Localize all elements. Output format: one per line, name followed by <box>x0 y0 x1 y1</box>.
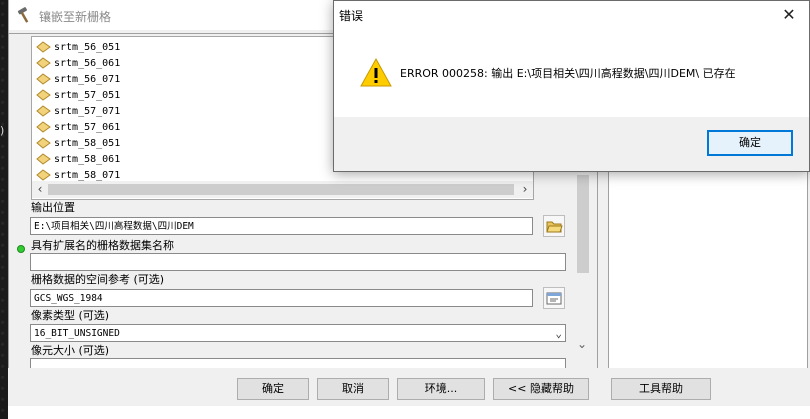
pixel-type-label: 像素类型 (可选) <box>31 309 110 322</box>
list-item[interactable]: srtm_57_071 <box>36 103 120 119</box>
screen: ) 镶嵌至新栅格 srtm_56_051 srtm_56_061 srtm_56… <box>0 0 810 419</box>
chevron-down-icon: ⌄ <box>555 327 562 340</box>
error-dialog-title: 错误 <box>339 9 364 23</box>
list-horizontal-scrollbar[interactable]: ‹ › <box>32 181 533 198</box>
raster-dataset-icon <box>36 57 51 69</box>
error-dialog-footer: 确定 <box>334 117 809 171</box>
scrollbar-thumb[interactable] <box>48 184 514 195</box>
raster-dataset-icon <box>36 153 51 165</box>
browse-output-button[interactable] <box>543 215 565 237</box>
output-location-field[interactable]: E:\项目相关\四川高程数据\四川DEM <box>30 217 533 235</box>
folder-open-icon <box>546 221 563 233</box>
list-item[interactable]: srtm_56_061 <box>36 55 120 71</box>
raster-dataset-icon <box>36 137 51 149</box>
warning-icon <box>360 57 392 87</box>
tool-help-button[interactable]: 工具帮助 <box>611 378 711 400</box>
output-location-label: 输出位置 <box>31 201 75 214</box>
list-item-label: srtm_56_061 <box>54 57 121 69</box>
list-item[interactable]: srtm_56_071 <box>36 71 120 87</box>
list-item[interactable]: srtm_56_051 <box>36 39 120 55</box>
raster-dataset-icon <box>36 89 51 101</box>
list-item-label: srtm_57_071 <box>54 105 121 117</box>
hide-help-button[interactable]: << 隐藏帮助 <box>493 378 589 400</box>
raster-dataset-icon <box>36 73 51 85</box>
list-item[interactable]: srtm_58_051 <box>36 135 120 151</box>
scroll-left-icon[interactable]: ‹ <box>33 181 47 198</box>
tool-title: 镶嵌至新栅格 <box>39 10 112 24</box>
environments-button[interactable]: 环境... <box>397 378 485 400</box>
cell-size-label: 像元大小 (可选) <box>31 344 110 357</box>
list-item-label: srtm_57_051 <box>54 89 121 101</box>
list-item-label: srtm_56_051 <box>54 41 121 53</box>
properties-icon <box>546 292 562 305</box>
cancel-button[interactable]: 取消 <box>317 378 389 400</box>
background-window-edge: ) <box>0 124 5 137</box>
spatial-ref-properties-button[interactable] <box>543 287 565 309</box>
list-item[interactable]: srtm_57_061 <box>36 119 120 135</box>
scroll-down-icon[interactable]: ⌄ <box>574 336 590 352</box>
scroll-right-icon[interactable]: › <box>518 181 532 198</box>
list-item[interactable]: srtm_58_061 <box>36 151 120 167</box>
list-item[interactable]: srtm_57_051 <box>36 87 120 103</box>
cell-size-field[interactable] <box>30 358 566 368</box>
pixel-type-dropdown[interactable]: 16_BIT_UNSIGNED ⌄ <box>30 324 566 342</box>
list-item-label: srtm_58_071 <box>54 169 121 181</box>
required-indicator <box>17 245 25 253</box>
list-item-label: srtm_58_051 <box>54 137 121 149</box>
hammer-icon <box>17 7 29 23</box>
close-icon[interactable]: ✕ <box>774 3 804 27</box>
spatial-ref-label: 栅格数据的空间参考 (可选) <box>31 273 165 286</box>
error-message: ERROR 000258: 输出 E:\项目相关\四川高程数据\四川DEM\ 已… <box>400 67 736 80</box>
dataset-name-label: 具有扩展名的栅格数据集名称 <box>31 239 174 252</box>
dataset-name-field[interactable] <box>30 253 566 271</box>
list-item-label: srtm_58_061 <box>54 153 121 165</box>
ok-button[interactable]: 确定 <box>237 378 309 400</box>
raster-dataset-icon <box>36 41 51 53</box>
raster-dataset-icon <box>36 105 51 117</box>
status-strip <box>8 406 810 419</box>
raster-dataset-icon <box>36 121 51 133</box>
list-item-label: srtm_57_061 <box>54 121 121 133</box>
pixel-type-value: 16_BIT_UNSIGNED <box>34 328 120 339</box>
scrollbar-thumb[interactable] <box>577 175 589 273</box>
error-ok-button[interactable]: 确定 <box>707 130 793 156</box>
raster-dataset-icon <box>36 169 51 181</box>
error-dialog: 错误 ✕ ERROR 000258: 输出 E:\项目相关\四川高程数据\四川D… <box>333 0 810 172</box>
spatial-ref-field[interactable]: GCS_WGS_1984 <box>30 289 533 307</box>
list-item-label: srtm_56_071 <box>54 73 121 85</box>
